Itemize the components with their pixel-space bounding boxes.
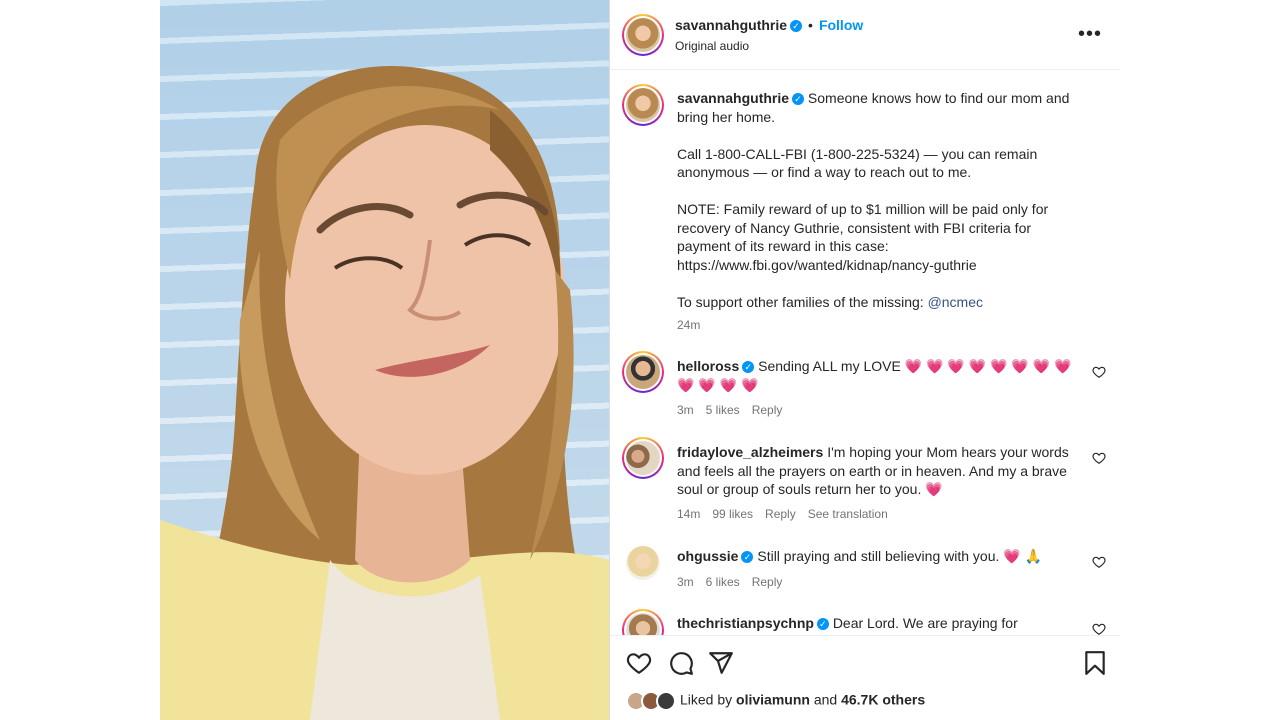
author-avatar[interactable] [622, 14, 664, 56]
liked-by-user[interactable]: oliviamunn [736, 692, 810, 708]
caption-time: 24m [677, 318, 701, 332]
comment-avatar-ohgussie[interactable] [626, 546, 660, 580]
post-header: savannahguthrie ✓ • Follow Original audio •… [610, 0, 1120, 70]
caption-avatar[interactable] [622, 84, 664, 126]
comment-avatar-thechristianpsychnp[interactable] [622, 609, 664, 635]
see-translation-link[interactable]: See translation [808, 507, 888, 521]
comment-thechristianpsychnp: thechristianpsychnp ✓ Dear Lord. We are p… [677, 614, 1077, 633]
comment-ohgussie: ohgussie ✓ Still praying and still believ… [677, 547, 1077, 566]
caption-meta: 24m [677, 318, 712, 332]
caption-line-3: NOTE: Family reward of up to $1 million … [677, 201, 1049, 273]
comment-username[interactable]: thechristianpsychnp [677, 615, 814, 631]
comment-likes[interactable]: 5 likes [706, 403, 740, 417]
verified-badge-icon: ✓ [790, 19, 803, 32]
author-username[interactable]: savannahguthrie [675, 17, 787, 33]
reply-button[interactable]: Reply [752, 403, 783, 417]
caption: savannahguthrie ✓ Someone knows how to fi… [677, 89, 1077, 311]
comment-time: 14m [677, 507, 701, 521]
verified-badge-icon: ✓ [792, 93, 805, 106]
liked-by-summary[interactable]: Liked by oliviamunn and 46.7K others [626, 691, 925, 711]
comment-avatar-helloross[interactable] [622, 351, 664, 393]
comment-body: Sending ALL my LOVE [758, 358, 901, 374]
comment-username[interactable]: ohgussie [677, 548, 738, 564]
portrait-illustration [160, 65, 609, 720]
comment-meta: 3m 5 likes Reply [677, 403, 794, 417]
liked-by-middle: and [809, 691, 842, 708]
post-photo [160, 0, 609, 720]
reply-button[interactable]: Reply [765, 507, 796, 521]
like-heart-icon[interactable] [626, 650, 652, 676]
comment-avatar-fridaylove[interactable] [622, 437, 664, 479]
follow-button[interactable]: Follow [819, 17, 863, 33]
caption-line-4: To support other families of the missing… [677, 293, 928, 310]
comment-body: Dear Lord. We are praying for [832, 615, 1018, 631]
comment-time: 3m [677, 575, 694, 589]
comment-likes[interactable]: 6 likes [706, 575, 740, 589]
verified-badge-icon: ✓ [816, 618, 829, 631]
post-action-bar: Liked by oliviamunn and 46.7K others [610, 635, 1120, 720]
comment-bubble-icon[interactable] [668, 650, 694, 676]
like-comment-heart-icon[interactable] [1092, 622, 1106, 635]
share-paper-plane-icon[interactable] [708, 650, 734, 676]
comment-meta: 14m 99 likes Reply See translation [677, 507, 900, 521]
heart-emojis: 💗 [925, 481, 943, 497]
comment-username[interactable]: fridaylove_alzheimers [677, 444, 823, 460]
comment-body: Still praying and still believing with y… [757, 548, 1000, 564]
header-user-line: savannahguthrie ✓ • Follow [675, 17, 863, 35]
comment-fridaylove-alzheimers: fridaylove_alzheimers I'm hoping your Mo… [677, 443, 1077, 499]
more-options-icon[interactable]: ••• [1078, 23, 1102, 46]
comment-time: 3m [677, 403, 694, 417]
liked-by-count[interactable]: 46.7K others [841, 692, 925, 708]
separator-dot: • [808, 17, 813, 33]
like-comment-heart-icon[interactable] [1092, 365, 1106, 379]
ncmec-mention-link[interactable]: @ncmec [928, 294, 983, 310]
liked-by-avatars [626, 691, 678, 711]
caption-line-2: Call 1-800-CALL-FBI (1-800-225-5324) — y… [677, 145, 1038, 181]
reply-button[interactable]: Reply [752, 575, 783, 589]
post-details-panel: savannahguthrie ✓ • Follow Original audio •… [610, 0, 1120, 720]
verified-badge-icon: ✓ [741, 551, 754, 564]
save-bookmark-icon[interactable] [1082, 650, 1108, 676]
liked-by-prefix: Liked by [680, 691, 737, 708]
like-comment-heart-icon[interactable] [1092, 451, 1106, 465]
emojis: 💗 🙏 [1003, 548, 1043, 564]
audio-label[interactable]: Original audio [675, 39, 749, 53]
comment-meta: 3m 6 likes Reply [677, 575, 794, 589]
comment-helloross: helloross ✓ Sending ALL my LOVE 💗 💗 💗 💗 💗… [677, 357, 1077, 394]
comment-likes[interactable]: 99 likes [712, 507, 753, 521]
comments-scroll-area[interactable]: savannahguthrie ✓ Someone knows how to fi… [610, 71, 1120, 635]
caption-username[interactable]: savannahguthrie [677, 90, 789, 106]
comment-username[interactable]: helloross [677, 358, 739, 374]
like-comment-heart-icon[interactable] [1092, 555, 1106, 569]
verified-badge-icon: ✓ [742, 361, 755, 374]
